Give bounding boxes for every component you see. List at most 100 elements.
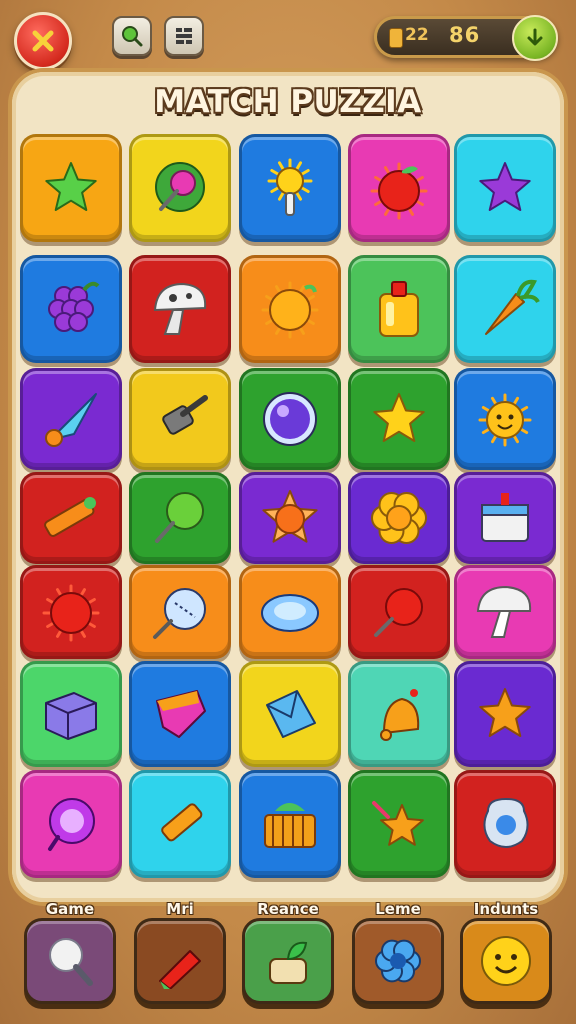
nav-button-leme[interactable]	[352, 918, 444, 1004]
nav-label: Leme	[375, 900, 421, 918]
search-button[interactable]	[112, 16, 152, 56]
nav-button-game[interactable]	[24, 918, 116, 1004]
tile-mushroom[interactable]	[129, 255, 231, 363]
tile-green-star[interactable]	[20, 134, 122, 242]
nav-label: Game	[45, 900, 95, 918]
tile-hammer[interactable]	[129, 368, 231, 470]
red-apple-icon	[370, 162, 428, 220]
nav-item-mri[interactable]: Mri	[130, 896, 230, 1016]
tile-magenta-box[interactable]	[129, 661, 231, 767]
smiley-icon	[481, 936, 531, 986]
nav-label: Mri	[166, 900, 194, 918]
tile-bell[interactable]	[348, 661, 450, 767]
leaf-pot-icon	[269, 941, 308, 984]
tile-star-wand[interactable]	[348, 770, 450, 878]
blue-flower-icon	[375, 939, 421, 983]
sun-wand-icon	[267, 158, 313, 216]
tile-flower-button[interactable]	[348, 472, 450, 564]
nav-button-reance[interactable]	[242, 918, 334, 1004]
gift-box-icon	[481, 493, 529, 542]
crystal-icon	[159, 950, 201, 989]
tile-purple-orb[interactable]	[239, 368, 341, 470]
tile-blue-ball-pin[interactable]	[129, 565, 231, 659]
nav-item-indunts[interactable]: Indunts	[456, 896, 556, 1016]
tile-sun-wand[interactable]	[239, 134, 341, 242]
tile-grapes[interactable]	[20, 255, 122, 363]
tile-potion-bottle[interactable]	[348, 255, 450, 363]
tile-purple-cube[interactable]	[20, 661, 122, 767]
tile-ring[interactable]	[20, 770, 122, 878]
smiling-sun-icon	[478, 393, 532, 447]
tile-pencil[interactable]	[129, 770, 231, 878]
game-title: MATCH PUZZIA	[154, 84, 422, 120]
nav-item-game[interactable]: Game	[20, 896, 120, 1016]
tile-envelope[interactable]	[239, 661, 341, 767]
purple-star-icon	[479, 162, 531, 211]
bottom-navigation: Game Mri Reance Leme Indunts	[0, 896, 576, 1024]
orange-gem-icon	[262, 490, 318, 543]
list-icon	[176, 28, 192, 44]
nav-button-mri[interactable]	[134, 918, 226, 1004]
grapes-icon	[48, 281, 100, 332]
green-star-icon	[45, 162, 97, 211]
tile-green-pin[interactable]	[129, 472, 231, 564]
tile-gift-box[interactable]	[454, 472, 556, 564]
mushroom-icon	[153, 282, 207, 335]
tile-yellow-star[interactable]	[348, 368, 450, 470]
crayon-icon	[44, 497, 96, 537]
nav-item-reance[interactable]: Reance	[238, 896, 338, 1016]
close-button[interactable]	[14, 12, 72, 70]
green-pin-icon	[155, 492, 204, 543]
yellow-star-icon	[373, 393, 425, 442]
blue-gem-icon	[261, 594, 319, 632]
magnifier-icon	[49, 938, 93, 986]
nav-item-leme[interactable]: Leme	[348, 896, 448, 1016]
tile-basket[interactable]	[239, 770, 341, 878]
tile-blue-badge[interactable]	[454, 770, 556, 878]
magenta-box-icon	[156, 690, 206, 738]
tile-purple-star[interactable]	[454, 134, 556, 242]
tile-carrot[interactable]	[454, 255, 556, 363]
envelope-icon	[266, 690, 316, 738]
search-icon	[122, 26, 143, 47]
red-pushpin-icon	[374, 588, 423, 637]
pink-lollipop-icon	[155, 162, 205, 212]
top-bar: 22 86	[0, 0, 576, 80]
hammer-icon	[162, 395, 208, 435]
ring-icon	[48, 798, 95, 851]
orange-sun-icon	[261, 281, 319, 339]
tile-orange-gem[interactable]	[239, 472, 341, 564]
tile-red-sun[interactable]	[20, 565, 122, 659]
tile-orange-star[interactable]	[454, 661, 556, 767]
tile-red-pushpin[interactable]	[348, 565, 450, 659]
close-icon	[32, 30, 54, 52]
tile-red-apple[interactable]	[348, 134, 450, 242]
white-mushroom-icon	[476, 585, 532, 638]
purple-cube-icon	[45, 692, 97, 740]
menu-button[interactable]	[164, 16, 204, 56]
star-wand-icon	[372, 801, 424, 846]
cone-icon	[45, 393, 97, 447]
coin-icon	[389, 28, 403, 48]
score-value: 86	[449, 23, 481, 47]
red-sun-icon	[42, 584, 100, 642]
nav-label: Indunts	[473, 900, 539, 918]
download-button[interactable]	[512, 15, 558, 61]
tile-crayon[interactable]	[20, 472, 122, 564]
nav-button-indunts[interactable]	[460, 918, 552, 1004]
tile-blue-gem[interactable]	[239, 565, 341, 659]
score-panel: 22 86	[374, 15, 558, 61]
orange-star-icon	[479, 688, 531, 737]
tile-orange-sun[interactable]	[239, 255, 341, 363]
carrot-icon	[485, 279, 540, 335]
tile-pink-lollipop[interactable]	[129, 134, 231, 242]
tile-white-mushroom[interactable]	[454, 565, 556, 659]
flower-button-icon	[371, 492, 427, 544]
tile-cone[interactable]	[20, 368, 122, 470]
tile-smiling-sun[interactable]	[454, 368, 556, 470]
purple-orb-icon	[263, 392, 317, 446]
bell-icon	[380, 689, 420, 741]
arrow-down-icon	[527, 28, 543, 46]
nav-label: Reance	[257, 900, 319, 918]
basket-icon	[264, 803, 316, 848]
